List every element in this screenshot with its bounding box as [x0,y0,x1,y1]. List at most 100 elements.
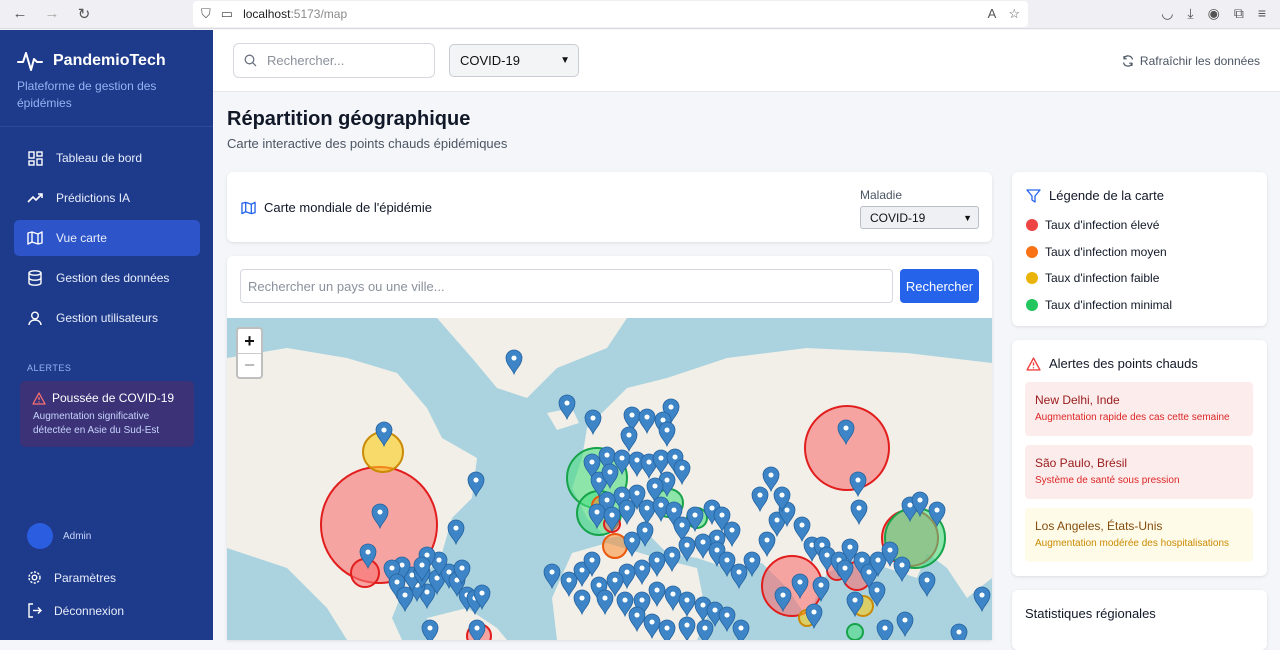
settings-label: Paramètres [54,570,117,585]
hotspot-name: New Delhi, Inde [1035,393,1120,407]
refresh-icon [1122,55,1134,67]
menu-icon[interactable]: ≡ [1258,5,1266,22]
regional-stats-title: Statistiques régionales [1025,606,1156,621]
zoom-in-button[interactable]: + [238,329,261,353]
sidebar: PandemioTech Plateforme de gestion des é… [0,30,213,640]
bookmark-star-icon[interactable]: ☆ [1008,6,1020,22]
chevron-down-icon: ▼ [963,212,972,223]
legend-item-high: Taux d'infection élevé [1026,218,1159,232]
legend-item-minimal: Taux d'infection minimal [1026,298,1172,312]
legend-card: Légende de la carte Taux d'infection éle… [1012,172,1267,326]
zoom-control: + − [236,327,263,379]
user-profile[interactable]: Admin [27,523,91,549]
sidebar-item-label: Vue carte [56,231,107,245]
logout-icon [28,603,42,618]
sidebar-alert[interactable]: Poussée de COVID-19 Augmentation signifi… [20,381,194,447]
legend-label: Taux d'infection faible [1045,271,1160,285]
translate-icon[interactable]: A [988,6,997,22]
chevron-down-icon: ▼ [560,55,570,66]
sidebar-item-dashboard[interactable]: Tableau de bord [14,140,200,176]
global-search-input[interactable]: Rechercher... [233,43,435,78]
alerts-label: ALERTES [27,363,72,373]
logout-link[interactable]: Déconnexion [27,603,124,618]
global-search-placeholder: Rechercher... [267,53,345,68]
top-bar: Rechercher... COVID-19 ▼ Rafraîchir les … [213,30,1280,92]
sidebar-item-label: Gestion des données [56,271,170,285]
infection-circle[interactable] [846,623,864,640]
sidebar-item-users[interactable]: Gestion utilisateurs [14,300,200,336]
forward-icon[interactable]: → [44,5,60,23]
browser-chrome: ← → ↻ ⛉ ▭ localhost:5173/map A ☆ ◡ ⤓ ◉ ⧉… [0,0,1280,29]
extensions-icon[interactable]: ⧉ [1234,5,1244,22]
map-disease-select[interactable]: COVID-19 ▼ [860,206,979,229]
hotspot-desc: Augmentation rapide des cas cette semain… [1035,412,1230,423]
refresh-button[interactable]: Rafraîchir les données [1122,54,1260,68]
map-header-card: Carte mondiale de l'épidémie Maladie COV… [227,172,992,242]
settings-link[interactable]: Paramètres [27,570,116,585]
brand-subtitle: Plateforme de gestion des épidémies [17,79,157,110]
world-map[interactable]: + − [227,318,992,640]
refresh-label: Rafraîchir les données [1139,54,1260,68]
reload-icon[interactable]: ↻ [76,5,92,23]
map-search-input[interactable]: Rechercher un pays ou une ville... [240,269,893,303]
map-marker-icon[interactable] [950,623,968,640]
activity-icon [17,52,43,71]
shield-icon[interactable]: ⛉ [201,6,211,22]
legend-label: Taux d'infection élevé [1045,218,1160,232]
infection-circle[interactable] [804,405,890,491]
page-icon: ▭ [220,6,234,21]
infection-circle[interactable] [602,533,628,559]
hotspot-title: Alertes des points chauds [1049,356,1198,371]
hotspot-alerts-card: Alertes des points chauds New Delhi, Ind… [1012,340,1267,576]
orange-dot-icon [1026,246,1038,258]
legend-title: Légende de la carte [1049,188,1164,203]
warning-icon [32,391,46,405]
sidebar-alert-title-row: Poussée de COVID-19 [32,391,182,405]
regional-stats-card: Statistiques régionales [1012,590,1267,650]
hotspot-item[interactable]: São Paulo, Brésil Système de santé sous … [1025,445,1253,499]
download-icon[interactable]: ⤓ [1187,5,1193,22]
red-dot-icon [1026,219,1038,231]
filter-icon [1026,188,1041,203]
pocket-icon[interactable]: ◡ [1161,5,1173,22]
legend-item-low: Taux d'infection faible [1026,271,1159,285]
database-icon [26,269,44,287]
yellow-dot-icon [1026,272,1038,284]
url-bar[interactable]: ⛉ ▭ localhost:5173/map A ☆ [193,1,1028,27]
map-icon [241,201,256,214]
hotspot-name: São Paulo, Brésil [1035,456,1128,470]
map-header-title-row: Carte mondiale de l'épidémie [241,200,432,215]
sidebar-item-data[interactable]: Gestion des données [14,260,200,296]
page-subtitle: Carte interactive des points chauds épid… [227,136,508,151]
user-icon [26,309,44,327]
browser-nav: ← → ↻ [0,5,190,23]
legend-label: Taux d'infection moyen [1045,245,1167,259]
hotspot-item[interactable]: New Delhi, Inde Augmentation rapide des … [1025,382,1253,436]
sidebar-alert-title: Poussée de COVID-19 [52,391,175,405]
zoom-out-button[interactable]: − [238,353,261,377]
sidebar-divider [0,126,213,127]
gear-icon [28,571,41,584]
dashboard-icon [26,149,44,167]
map-search-button[interactable]: Rechercher [900,269,979,303]
sidebar-item-map[interactable]: Vue carte [14,220,200,256]
map-canvas[interactable] [227,318,992,640]
page-title: Répartition géographique [227,108,471,130]
brand[interactable]: PandemioTech [17,48,166,74]
search-icon [244,54,257,67]
back-icon[interactable]: ← [12,5,28,23]
hotspot-item[interactable]: Los Angeles, États-Unis Augmentation mod… [1025,508,1253,562]
map-search-placeholder: Rechercher un pays ou une ville... [248,278,445,294]
brand-title: PandemioTech [53,52,166,69]
disease-select[interactable]: COVID-19 ▼ [449,44,579,77]
disease-select-value: COVID-19 [460,53,520,68]
hotspot-desc: Système de santé sous pression [1035,475,1180,486]
legend-title-row: Légende de la carte [1026,188,1164,203]
map-disease-value: COVID-19 [870,210,926,225]
sidebar-item-predictions[interactable]: Prédictions IA [14,180,200,216]
warning-icon [1026,356,1041,371]
legend-item-medium: Taux d'infection moyen [1026,245,1167,259]
hotspot-title-row: Alertes des points chauds [1026,356,1198,371]
hotspot-desc: Augmentation modérée des hospitalisation… [1035,538,1230,549]
account-icon[interactable]: ◉ [1208,5,1220,22]
